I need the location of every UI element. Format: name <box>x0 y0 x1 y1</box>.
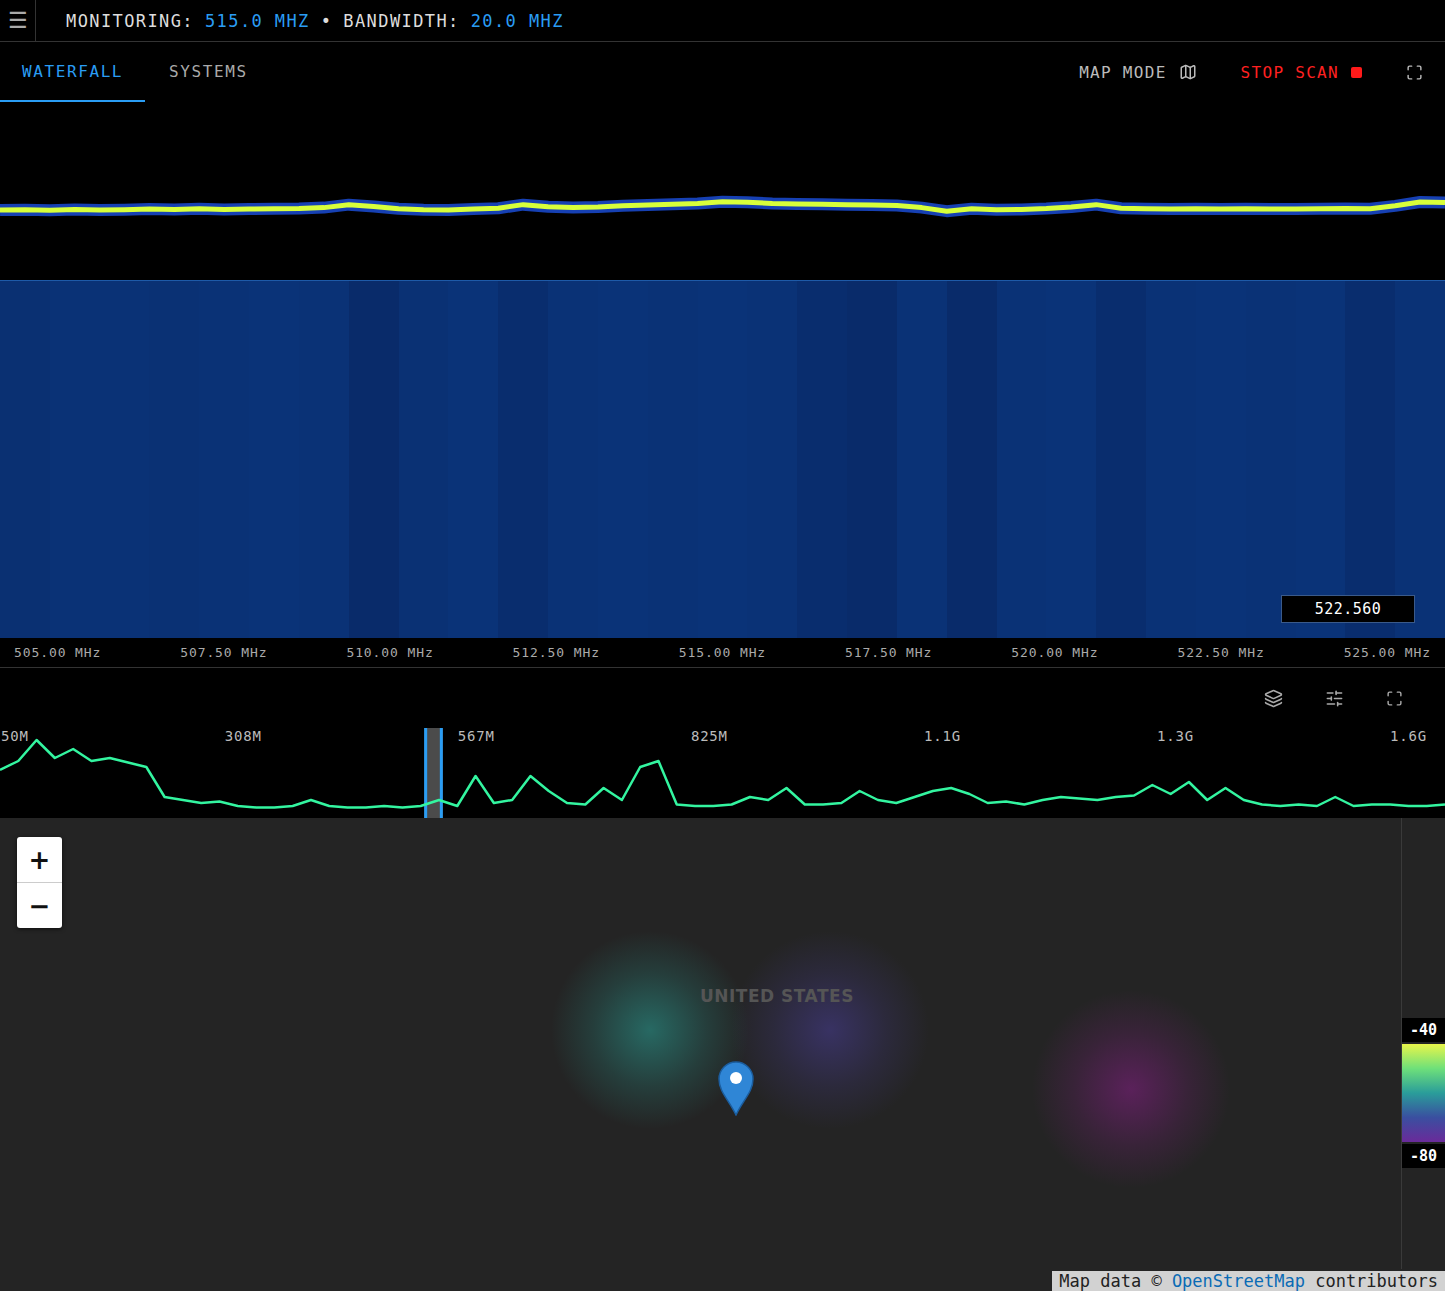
waterfall-column <box>747 281 797 638</box>
osm-link[interactable]: OpenStreetMap <box>1172 1271 1305 1291</box>
waterfall-column <box>0 281 50 638</box>
axis-label: 507.50 MHz <box>180 645 267 660</box>
stop-icon <box>1351 67 1362 78</box>
axis-label: 517.50 MHz <box>845 645 932 660</box>
frequency-axis: 505.00 MHz 507.50 MHz 510.00 MHz 512.50 MHz… <box>0 638 1445 668</box>
waterfall[interactable]: 522.560 <box>0 280 1445 638</box>
axis-label: 505.00 MHz <box>14 645 101 660</box>
zoom-control: +− <box>17 837 62 928</box>
status-value: 20.0 MHZ <box>471 11 564 31</box>
fullscreen-icon <box>1386 690 1403 707</box>
waterfall-column <box>997 281 1047 638</box>
axis-label: 520.00 MHz <box>1011 645 1098 660</box>
waterfall-column <box>1296 281 1346 638</box>
waterfall-column <box>847 281 897 638</box>
waterfall-column <box>399 281 449 638</box>
sdr-app: ☰ MONITORING: 515.0 MHZ • BANDWIDTH: 20.0 MHZ… <box>0 0 1445 1291</box>
waterfall-column <box>947 281 997 638</box>
tab-row: WATERFALLSYSTEMS MAP MODE STOP SCAN <box>0 42 1445 102</box>
legend-min: -80 <box>1402 1144 1445 1168</box>
axis-label: 525.00 MHz <box>1344 645 1431 660</box>
waterfall-column <box>698 281 748 638</box>
attribution-text: contributors <box>1305 1271 1438 1291</box>
map-label: UNITED STATES <box>700 986 854 1006</box>
overview-tick: 567M <box>458 728 495 744</box>
waterfall-column <box>1096 281 1146 638</box>
map[interactable]: UNITED STATES +− -40 -80 Map data © OpenStre… <box>0 818 1445 1291</box>
settings-button[interactable] <box>1325 689 1344 708</box>
map-icon <box>1179 63 1197 81</box>
overview-trace <box>0 728 1445 818</box>
fullscreen-icon <box>1406 64 1423 81</box>
overview-toolbar <box>0 668 1445 728</box>
signal-hotspot <box>1031 989 1231 1189</box>
axis-label: 522.50 MHz <box>1177 645 1264 660</box>
waterfall-column <box>149 281 199 638</box>
cursor-frequency: 522.560 <box>1281 595 1415 623</box>
attribution-text: Map data © <box>1059 1271 1172 1291</box>
waterfall-column <box>50 281 100 638</box>
map-mode-button[interactable]: MAP MODE <box>1079 63 1196 82</box>
axis-label: 510.00 MHz <box>346 645 433 660</box>
status-label: BANDWIDTH: <box>343 11 459 31</box>
waterfall-column <box>648 281 698 638</box>
waterfall-column <box>1196 281 1246 638</box>
signal-hotspot <box>550 930 750 1130</box>
zoom-button[interactable]: + <box>17 837 62 882</box>
signal-legend: -40 -80 <box>1401 818 1445 1269</box>
waterfall-column <box>1395 281 1445 638</box>
top-bar: ☰ MONITORING: 515.0 MHZ • BANDWIDTH: 20.0 MHZ <box>0 0 1445 42</box>
fullscreen-button[interactable] <box>1406 64 1423 81</box>
waterfall-column <box>1146 281 1196 638</box>
zoom-button[interactable]: − <box>17 882 62 928</box>
waterfall-column <box>897 281 947 638</box>
overview-tick: 308M <box>225 728 262 744</box>
location-pin[interactable] <box>717 1060 755 1116</box>
overview-tick: 1.6G <box>1390 728 1427 744</box>
status-value: 515.0 MHZ <box>205 11 310 31</box>
signal-hotspot <box>730 930 930 1130</box>
spectrum-trace <box>0 102 1445 280</box>
waterfall-column <box>249 281 299 638</box>
overview-tick: 1.1G <box>924 728 961 744</box>
pin-icon <box>717 1060 755 1116</box>
legend-gradient <box>1402 1044 1445 1142</box>
map-attribution: Map data © OpenStreetMap contributors <box>1052 1271 1445 1291</box>
waterfall-column <box>1046 281 1096 638</box>
waterfall-column <box>598 281 648 638</box>
spectrum-chart[interactable] <box>0 102 1445 280</box>
layers-button[interactable] <box>1264 689 1283 708</box>
tab[interactable]: WATERFALL <box>0 42 145 102</box>
menu-button[interactable]: ☰ <box>0 0 36 42</box>
overview-tick: 825M <box>691 728 728 744</box>
tab[interactable]: SYSTEMS <box>147 42 270 102</box>
sliders-icon <box>1325 689 1344 708</box>
axis-label: 515.00 MHz <box>679 645 766 660</box>
waterfall-column <box>1246 281 1296 638</box>
status-label: MONITORING: <box>66 11 194 31</box>
axis-label: 512.50 MHz <box>513 645 600 660</box>
actions: MAP MODE STOP SCAN <box>1079 42 1423 102</box>
layers-icon <box>1264 689 1283 708</box>
waterfall-column <box>548 281 598 638</box>
legend-max: -40 <box>1402 1018 1445 1042</box>
monitoring-status: MONITORING: 515.0 MHZ • BANDWIDTH: 20.0 MHZ <box>66 11 564 31</box>
waterfall-column <box>797 281 847 638</box>
stop-scan-button[interactable]: STOP SCAN <box>1241 63 1362 82</box>
overview-tick: 50M <box>1 728 29 744</box>
overview-axis: 50M 308M 567M 825M 1.1G 1.3G 1.6G <box>0 728 1445 744</box>
separator: • <box>321 11 333 31</box>
waterfall-column <box>349 281 399 638</box>
waterfall-column <box>1345 281 1395 638</box>
waterfall-column <box>100 281 150 638</box>
waterfall-column <box>448 281 498 638</box>
waterfall-column <box>199 281 249 638</box>
waterfall-column <box>498 281 548 638</box>
fullscreen-button[interactable] <box>1386 690 1403 707</box>
overview-tick: 1.3G <box>1157 728 1194 744</box>
overview-spectrum[interactable]: 50M 308M 567M 825M 1.1G 1.3G 1.6G <box>0 728 1445 818</box>
waterfall-column <box>299 281 349 638</box>
